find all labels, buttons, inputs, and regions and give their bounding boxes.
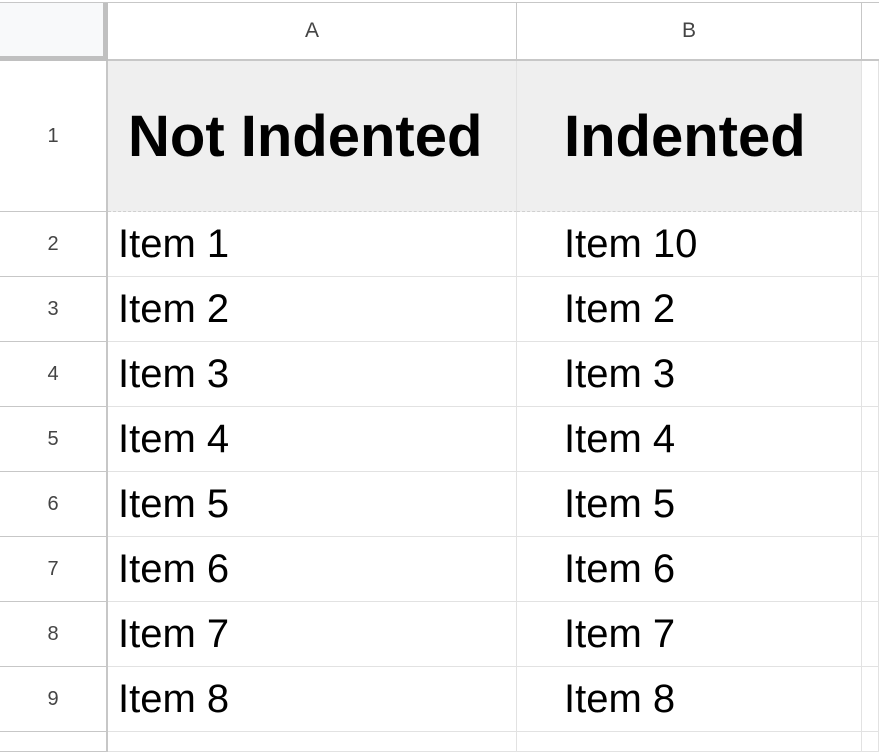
- cell-b8[interactable]: Item 7: [517, 602, 862, 667]
- cell-c2[interactable]: [862, 212, 879, 277]
- row-header-5[interactable]: 5: [0, 407, 108, 472]
- cell-a10[interactable]: [108, 732, 517, 752]
- row-header-8[interactable]: 8: [0, 602, 108, 667]
- column-header-a[interactable]: A: [108, 3, 517, 61]
- cell-c10[interactable]: [862, 732, 879, 752]
- cell-a9[interactable]: Item 8: [108, 667, 517, 732]
- spreadsheet-grid: A B 1 Not Indented Indented 2 Item 1 Item 10 3…: [0, 0, 879, 752]
- row-header-9[interactable]: 9: [0, 667, 108, 732]
- row-header-10[interactable]: [0, 732, 108, 752]
- cell-c7[interactable]: [862, 537, 879, 602]
- cell-c4[interactable]: [862, 342, 879, 407]
- cell-c5[interactable]: [862, 407, 879, 472]
- column-header-c[interactable]: [862, 3, 879, 61]
- cell-b6[interactable]: Item 5: [517, 472, 862, 537]
- cell-c9[interactable]: [862, 667, 879, 732]
- cell-a8[interactable]: Item 7: [108, 602, 517, 667]
- cell-a2[interactable]: Item 1: [108, 212, 517, 277]
- cell-b9[interactable]: Item 8: [517, 667, 862, 732]
- cell-b3[interactable]: Item 2: [517, 277, 862, 342]
- row-header-2[interactable]: 2: [0, 212, 108, 277]
- cell-a6[interactable]: Item 5: [108, 472, 517, 537]
- cell-b5[interactable]: Item 4: [517, 407, 862, 472]
- column-header-b[interactable]: B: [517, 3, 862, 61]
- cell-b10[interactable]: [517, 732, 862, 752]
- cell-a7[interactable]: Item 6: [108, 537, 517, 602]
- select-all-corner[interactable]: [0, 3, 108, 61]
- cell-a3[interactable]: Item 2: [108, 277, 517, 342]
- cell-c1[interactable]: [862, 61, 879, 212]
- cell-a4[interactable]: Item 3: [108, 342, 517, 407]
- row-header-1[interactable]: 1: [0, 61, 108, 212]
- row-header-3[interactable]: 3: [0, 277, 108, 342]
- cell-a1[interactable]: Not Indented: [108, 61, 517, 212]
- cell-c6[interactable]: [862, 472, 879, 537]
- row-header-7[interactable]: 7: [0, 537, 108, 602]
- cell-b7[interactable]: Item 6: [517, 537, 862, 602]
- row-header-6[interactable]: 6: [0, 472, 108, 537]
- cell-b1[interactable]: Indented: [517, 61, 862, 212]
- cell-a5[interactable]: Item 4: [108, 407, 517, 472]
- cell-c8[interactable]: [862, 602, 879, 667]
- cell-b2[interactable]: Item 10: [517, 212, 862, 277]
- row-header-4[interactable]: 4: [0, 342, 108, 407]
- cell-c3[interactable]: [862, 277, 879, 342]
- cell-b4[interactable]: Item 3: [517, 342, 862, 407]
